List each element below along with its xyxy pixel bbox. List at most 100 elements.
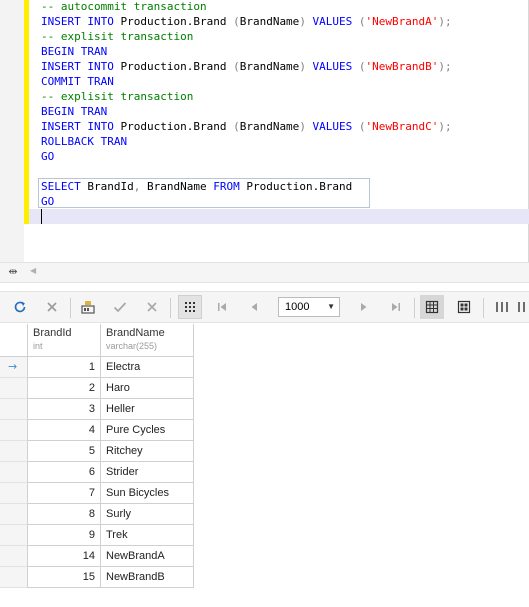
code-line[interactable]: INSERT INTO Production.Brand (BrandName)…: [41, 14, 452, 29]
code-token: -- explisit transaction: [41, 90, 194, 103]
column-type: int: [33, 341, 43, 351]
cell-brandname[interactable]: NewBrandA: [101, 546, 194, 567]
code-token: ): [299, 60, 306, 73]
code-line[interactable]: COMMIT TRAN: [41, 74, 452, 89]
form-mode-icon[interactable]: [452, 295, 476, 319]
scroll-left-icon[interactable]: ◀: [30, 266, 36, 275]
results-grid[interactable]: BrandId int BrandName varchar(255) → 1 Ele…: [0, 324, 529, 607]
code-line[interactable]: BEGIN TRAN: [41, 104, 452, 119]
row-selector[interactable]: [0, 441, 28, 462]
code-token: BrandName: [239, 120, 300, 133]
code-line[interactable]: [41, 164, 452, 179]
cell-brandid[interactable]: 6: [28, 462, 101, 483]
cell-brandname[interactable]: Haro: [101, 378, 194, 399]
row-selector[interactable]: →: [0, 357, 28, 378]
row-selector[interactable]: [0, 525, 28, 546]
code-line[interactable]: INSERT INTO Production.Brand (BrandName)…: [41, 59, 452, 74]
code-token: 'NewBrandC': [365, 120, 439, 133]
apply-icon[interactable]: [108, 295, 132, 319]
code-line[interactable]: -- explisit transaction: [41, 29, 452, 44]
next-page-icon[interactable]: [352, 295, 376, 319]
code-token: VALUES: [305, 60, 359, 73]
code-token: ): [299, 120, 306, 133]
last-page-icon[interactable]: [384, 295, 408, 319]
cell-brandname[interactable]: Heller: [101, 399, 194, 420]
code-line[interactable]: GO: [41, 194, 452, 209]
load-icon[interactable]: [76, 295, 100, 319]
grid-view-icon[interactable]: [178, 295, 202, 319]
row-selector[interactable]: [0, 399, 28, 420]
cell-brandname[interactable]: Ritchey: [101, 441, 194, 462]
code-token: Production.Brand: [113, 15, 234, 28]
column-header-brandid[interactable]: BrandId int: [28, 324, 101, 357]
code-token: (: [358, 60, 366, 73]
code-line[interactable]: SELECT BrandId, BrandName FROM Productio…: [41, 179, 452, 194]
cell-brandid[interactable]: 9: [28, 525, 101, 546]
code-token: );: [438, 15, 452, 28]
current-row-arrow-icon: →: [8, 360, 18, 373]
row-selector[interactable]: [0, 378, 28, 399]
cell-brandid[interactable]: 4: [28, 420, 101, 441]
refresh-icon[interactable]: [8, 295, 32, 319]
cell-brandname[interactable]: Electra: [101, 357, 194, 378]
code-token: );: [438, 60, 452, 73]
toolbar-separator: [483, 298, 484, 318]
code-token: Production.Brand: [113, 120, 234, 133]
cell-brandid[interactable]: 7: [28, 483, 101, 504]
cell-brandname[interactable]: NewBrandB: [101, 567, 194, 588]
code-line[interactable]: BEGIN TRAN: [41, 44, 452, 59]
code-line[interactable]: -- explisit transaction: [41, 89, 452, 104]
code-token: -- autocommit transaction: [41, 0, 207, 13]
row-selector[interactable]: [0, 504, 28, 525]
code-token: BrandId: [80, 180, 134, 193]
cell-brandid[interactable]: 5: [28, 441, 101, 462]
cell-brandname[interactable]: Pure Cycles: [101, 420, 194, 441]
cell-brandname[interactable]: Trek: [101, 525, 194, 546]
column-header-brandname[interactable]: BrandName varchar(255): [101, 324, 194, 357]
cell-brandname[interactable]: Surly: [101, 504, 194, 525]
row-selector[interactable]: [0, 462, 28, 483]
cell-brandname[interactable]: Sun Bicycles: [101, 483, 194, 504]
code-token: -- explisit transaction: [41, 30, 194, 43]
columns-icon[interactable]: [490, 295, 514, 319]
row-selector[interactable]: [0, 420, 28, 441]
code-token: BrandName: [239, 60, 300, 73]
cell-brandid[interactable]: 1: [28, 357, 101, 378]
first-page-icon[interactable]: [210, 295, 234, 319]
code-line[interactable]: GO: [41, 149, 452, 164]
code-token: GO: [41, 150, 55, 163]
cell-brandname[interactable]: Strider: [101, 462, 194, 483]
code-token: COMMIT TRAN: [41, 75, 114, 88]
row-selector[interactable]: [0, 567, 28, 588]
cancel-icon[interactable]: [40, 295, 64, 319]
previous-page-icon[interactable]: [242, 295, 266, 319]
toolbar-separator: [170, 298, 171, 318]
results-toolbar: 1000 ▼: [0, 291, 529, 323]
editor-bottom-strip: ⇹ ◀: [0, 262, 529, 283]
row-selector[interactable]: [0, 546, 28, 567]
cell-brandid[interactable]: 3: [28, 399, 101, 420]
grid-corner[interactable]: [0, 324, 28, 357]
editor-gutter: [0, 0, 24, 262]
code-line[interactable]: ROLLBACK TRAN: [41, 134, 452, 149]
page-size-select[interactable]: 1000 ▼: [278, 297, 340, 317]
code-text[interactable]: -- autocommit transaction INSERT INTO Pro…: [41, 0, 452, 209]
code-token: BrandName: [140, 180, 214, 193]
row-selector[interactable]: [0, 483, 28, 504]
code-line[interactable]: -- autocommit transaction: [41, 0, 452, 14]
cell-brandid[interactable]: 8: [28, 504, 101, 525]
code-token: VALUES: [305, 120, 359, 133]
toolbar-more-icon[interactable]: [515, 295, 529, 319]
code-token: SELECT: [41, 180, 81, 193]
grid-mode-icon[interactable]: [420, 295, 444, 319]
split-view-icon[interactable]: ⇹: [6, 266, 20, 278]
cell-brandid[interactable]: 15: [28, 567, 101, 588]
code-token: FROM: [213, 180, 240, 193]
cell-brandid[interactable]: 14: [28, 546, 101, 567]
discard-icon[interactable]: [140, 295, 164, 319]
toolbar-separator: [70, 298, 71, 318]
sql-editor[interactable]: -- autocommit transaction INSERT INTO Pro…: [0, 0, 529, 262]
cell-brandid[interactable]: 2: [28, 378, 101, 399]
code-token: (: [358, 15, 366, 28]
code-line[interactable]: INSERT INTO Production.Brand (BrandName)…: [41, 119, 452, 134]
